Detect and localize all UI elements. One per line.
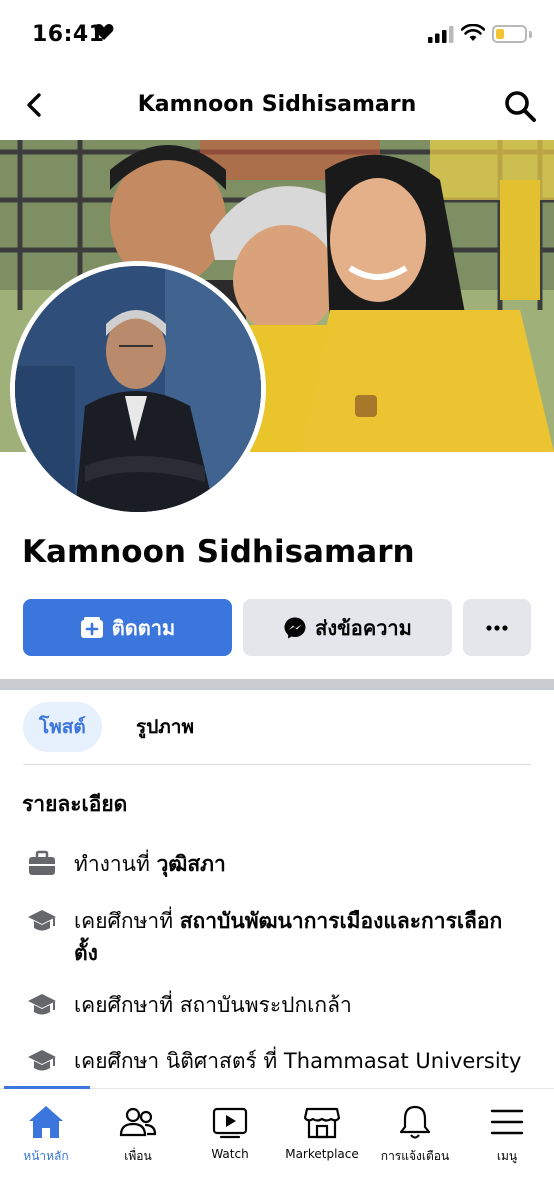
- bottom-tab-bar: หน้าหลัก เพื่อน Watch Marketplace การแจ้…: [0, 1086, 554, 1200]
- status-bar: 16:41: [0, 0, 554, 70]
- profile-name: Kamnoon Sidhisamarn: [22, 534, 415, 570]
- tab-marketplace-label: Marketplace: [285, 1147, 359, 1161]
- tab-friends[interactable]: เพื่อน: [92, 1089, 184, 1169]
- tab-notifications-label: การแจ้งเตือน: [380, 1149, 450, 1163]
- tab-watch[interactable]: Watch: [184, 1089, 276, 1169]
- marketplace-icon: [303, 1107, 341, 1139]
- tab-home[interactable]: หน้าหลัก: [0, 1089, 92, 1169]
- detail-work-value[interactable]: วุฒิสภา: [157, 852, 226, 876]
- tab-home-label: หน้าหลัก: [23, 1149, 69, 1163]
- detail-work-prefix: ทำงานที่: [74, 852, 157, 876]
- detail-education-3: เคยศึกษา นิติศาสตร์ ที่ Thammasat Univer…: [26, 1045, 524, 1077]
- briefcase-icon: [29, 850, 55, 875]
- detail-education-1: เคยศึกษาที่ สถาบันพัฒนาการเมืองและการเลื…: [26, 905, 524, 969]
- graduation-cap-icon: [28, 910, 56, 931]
- tab-friends-label: เพื่อน: [124, 1149, 152, 1163]
- tab-menu-label: เมนู: [496, 1149, 518, 1163]
- home-icon: [29, 1106, 63, 1138]
- follow-button[interactable]: ติดตาม: [23, 599, 232, 656]
- heart-icon: [94, 24, 114, 40]
- graduation-cap-icon: [28, 994, 56, 1015]
- tab-photos[interactable]: รูปภาพ: [120, 702, 210, 752]
- tab-menu[interactable]: เมนู: [461, 1089, 553, 1169]
- message-button[interactable]: ส่งข้อความ: [243, 599, 452, 656]
- detail-edu2-text: เคยศึกษาที่ สถาบันพระปกเกล้า: [74, 993, 352, 1017]
- tab-marketplace[interactable]: Marketplace: [276, 1089, 368, 1169]
- messenger-icon: [284, 617, 306, 638]
- signal-icon: [428, 26, 454, 43]
- message-label: ส่งข้อความ: [315, 615, 412, 640]
- menu-icon: [490, 1109, 524, 1135]
- detail-education-2: เคยศึกษาที่ สถาบันพระปกเกล้า: [26, 989, 524, 1021]
- detail-edu3-text: เคยศึกษา นิติศาสตร์ ที่ Thammasat Univer…: [74, 1049, 522, 1073]
- more-icon: [486, 624, 508, 631]
- detail-work: ทำงานที่ วุฒิสภา: [26, 848, 524, 880]
- tab-posts[interactable]: โพสต์: [23, 702, 102, 752]
- details-heading: รายละเอียด: [22, 792, 128, 816]
- watch-icon: [212, 1107, 248, 1139]
- friends-icon: [119, 1107, 157, 1137]
- tab-notifications[interactable]: การแจ้งเตือน: [369, 1089, 461, 1169]
- follow-label: ติดตาม: [111, 615, 176, 640]
- more-options-button[interactable]: [463, 599, 531, 656]
- page-title: Kamnoon Sidhisamarn: [137, 92, 417, 117]
- follow-icon: [80, 616, 103, 638]
- detail-edu1-prefix: เคยศึกษาที่: [74, 909, 180, 933]
- wifi-icon: [461, 24, 485, 41]
- graduation-cap-icon: [28, 1050, 56, 1071]
- search-icon[interactable]: [502, 88, 538, 124]
- avatar[interactable]: [10, 261, 266, 517]
- battery-icon: [492, 25, 527, 43]
- tab-divider: [23, 764, 531, 765]
- bell-icon: [399, 1105, 431, 1139]
- section-divider: [0, 679, 554, 690]
- avatar-image: [15, 266, 261, 512]
- nav-header: Kamnoon Sidhisamarn: [0, 70, 554, 140]
- tab-watch-label: Watch: [211, 1147, 249, 1161]
